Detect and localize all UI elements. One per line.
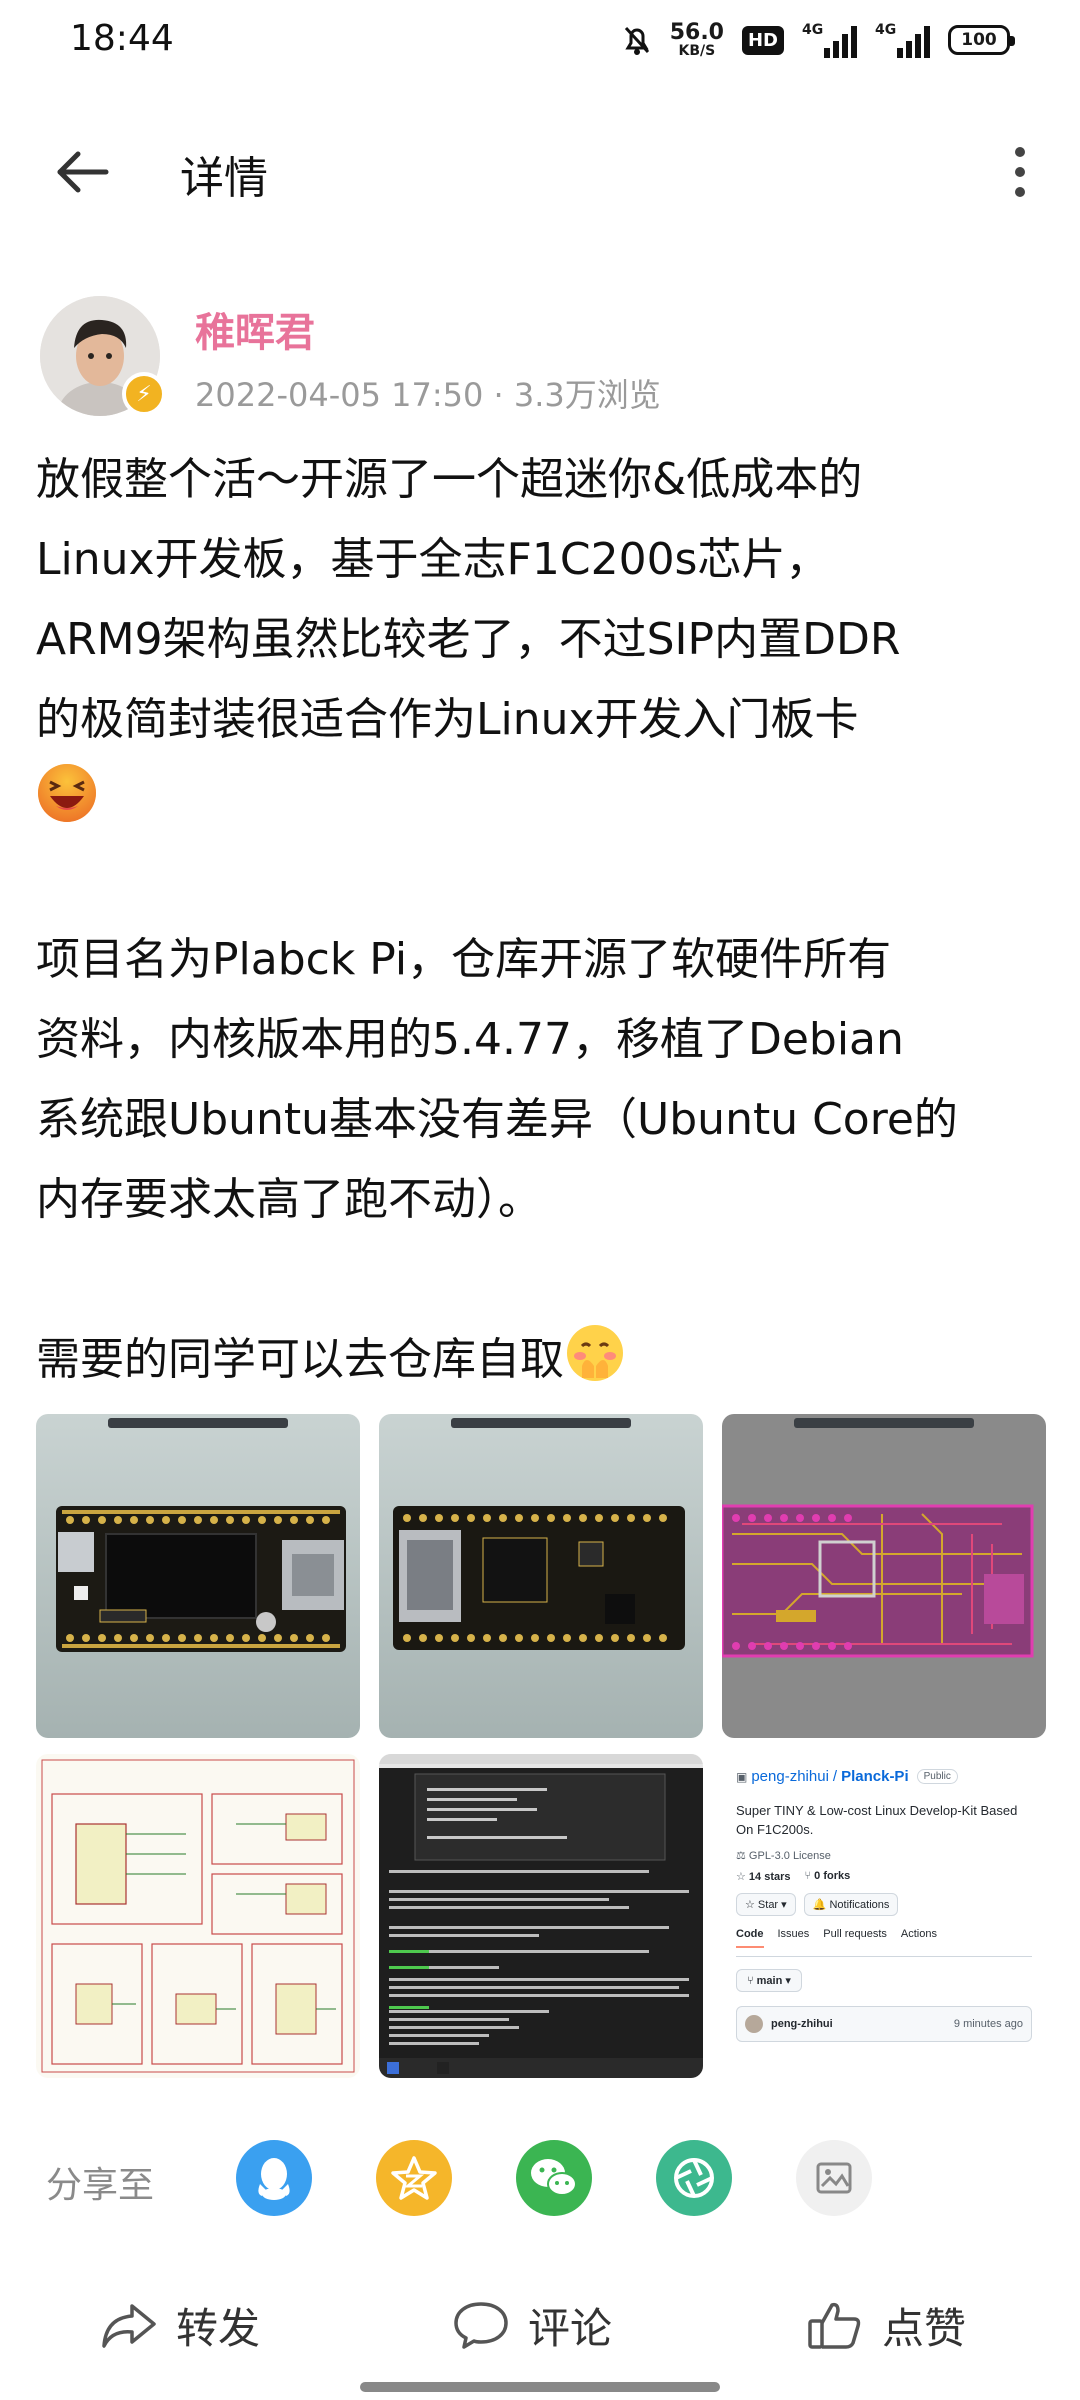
qzone-star-icon bbox=[391, 2156, 437, 2200]
github-repo-thumbnail[interactable]: ▣ peng-zhihui / Planck-Pi Public Super TIN… bbox=[722, 1754, 1046, 2078]
repo-license: ⚖ GPL-3.0 License bbox=[736, 1850, 831, 1862]
post-line: 项目名为Plabck Pi，仓库开源了软硬件所有 bbox=[36, 934, 892, 985]
vip-badge-icon: ⚡ bbox=[122, 372, 166, 416]
share-qq-button[interactable] bbox=[236, 2140, 312, 2216]
repo-title: ▣ peng-zhihui / Planck-Pi Public bbox=[736, 1768, 1032, 1785]
post-line: 需要的同学可以去仓库自取 bbox=[36, 1320, 1046, 1400]
hd-icon: HD bbox=[741, 25, 784, 55]
like-label: 点赞 bbox=[882, 2303, 967, 2353]
back-button[interactable] bbox=[50, 140, 114, 204]
author-name[interactable]: 稚晖君 bbox=[195, 300, 315, 358]
top-app-bar: 详情 bbox=[0, 120, 1080, 220]
post-line: Linux开发板，基于全志F1C200s芯片， bbox=[36, 534, 830, 585]
repo-stats: ☆ 14 stars ⑂ 0 forks bbox=[736, 1870, 1032, 1883]
net-speed: 56.0 KB/S bbox=[669, 20, 724, 59]
mute-bell-icon bbox=[624, 26, 649, 55]
image-card-icon bbox=[816, 2162, 852, 2194]
image-thumbnail[interactable] bbox=[36, 1754, 360, 2078]
back-arrow-icon bbox=[57, 151, 109, 193]
repo-buttons: ☆ Star ▾ 🔔 Notifications bbox=[736, 1893, 1032, 1916]
post-body: 放假整个活～开源了一个超迷你&低成本的 Linux开发板，基于全志F1C200s… bbox=[36, 440, 1046, 1400]
moments-aperture-icon bbox=[674, 2158, 714, 2198]
share-wechat-button[interactable] bbox=[516, 2140, 592, 2216]
battery-icon: 100 bbox=[948, 25, 1015, 55]
status-time: 18:44 bbox=[70, 18, 174, 59]
post-line: 放假整个活～开源了一个超迷你&低成本的 bbox=[36, 454, 863, 505]
status-icons: 56.0 KB/S HD 4G 4G 100 bbox=[622, 18, 1015, 62]
star-icon: ☆ 14 stars bbox=[736, 1871, 791, 1883]
emoji-line bbox=[36, 760, 1046, 840]
notifications-button: 🔔 Notifications bbox=[803, 1893, 899, 1916]
share-label: 分享至 bbox=[46, 2165, 155, 2206]
like-button[interactable]: 点赞 bbox=[806, 2290, 966, 2360]
share-row: 分享至 bbox=[0, 2130, 1080, 2230]
image-thumbnail[interactable] bbox=[36, 1414, 360, 1738]
image-thumbnail[interactable] bbox=[379, 1754, 703, 2078]
more-dot-icon bbox=[1015, 147, 1025, 157]
author-row: ⚡ 稚晖君 2022-04-05 17:50 · 3.3万浏览 bbox=[40, 290, 1040, 420]
forward-button[interactable]: 转发 bbox=[100, 2290, 260, 2360]
share-qzone-button[interactable] bbox=[376, 2140, 452, 2216]
signal-icon-2: 4G bbox=[875, 22, 930, 58]
bottom-action-bar: 转发 评论 点赞 bbox=[0, 2280, 1080, 2370]
comment-button[interactable]: 评论 bbox=[452, 2290, 612, 2360]
share-moments-button[interactable] bbox=[656, 2140, 732, 2216]
signal-icon: 4G bbox=[802, 22, 857, 58]
shy-emoji-icon bbox=[567, 1325, 623, 1381]
repo-tabs: Code Issues Pull requests Actions bbox=[736, 1928, 1032, 1957]
post-line: 系统跟Ubuntu基本没有差异（Ubuntu Core的 bbox=[36, 1094, 958, 1145]
post-line: ARM9架构虽然比较老了，不过SIP内置DDR bbox=[36, 614, 901, 665]
image-thumbnail[interactable] bbox=[379, 1414, 703, 1738]
comment-label: 评论 bbox=[528, 2303, 613, 2353]
repo-description: Super TINY & Low-cost Linux Develop-Kit … bbox=[736, 1803, 1018, 1837]
fork-icon: ⑂ 0 forks bbox=[804, 1870, 851, 1882]
star-button: ☆ Star ▾ bbox=[736, 1893, 796, 1916]
forward-label: 转发 bbox=[176, 2303, 261, 2353]
comment-bubble-icon bbox=[454, 2302, 508, 2349]
post-line: 的极简封装很适合作为Linux开发入门板卡 bbox=[36, 694, 859, 745]
post-line: 内存要求太高了跑不动）。 bbox=[36, 1174, 542, 1225]
status-bar: 18:44 56.0 KB/S HD 4G 4G 100 bbox=[0, 0, 1080, 80]
branch-selector: ⑂ main ▾ bbox=[736, 1969, 802, 1992]
image-grid: ▣ peng-zhihui / Planck-Pi Public Super TIN… bbox=[36, 1414, 1046, 2078]
thumbs-up-icon bbox=[808, 2302, 861, 2349]
latest-commit: peng-zhihui 9 minutes ago bbox=[736, 2006, 1032, 2042]
qq-icon bbox=[258, 2158, 290, 2200]
post-meta: 2022-04-05 17:50 · 3.3万浏览 bbox=[195, 376, 661, 414]
forward-arrow-icon bbox=[102, 2304, 156, 2348]
avatar bbox=[745, 2015, 763, 2033]
repo-icon: ▣ bbox=[736, 1769, 748, 1784]
more-options-button[interactable] bbox=[990, 140, 1050, 204]
page-title: 详情 bbox=[180, 153, 268, 204]
post-line: 资料，内核版本用的5.4.77，移植了Debian bbox=[36, 1014, 904, 1065]
image-thumbnail[interactable] bbox=[722, 1414, 1046, 1738]
wechat-icon bbox=[531, 2159, 577, 2196]
home-indicator[interactable] bbox=[360, 2382, 720, 2392]
laughing-emoji-icon bbox=[38, 764, 96, 822]
share-image-button[interactable] bbox=[796, 2140, 872, 2216]
